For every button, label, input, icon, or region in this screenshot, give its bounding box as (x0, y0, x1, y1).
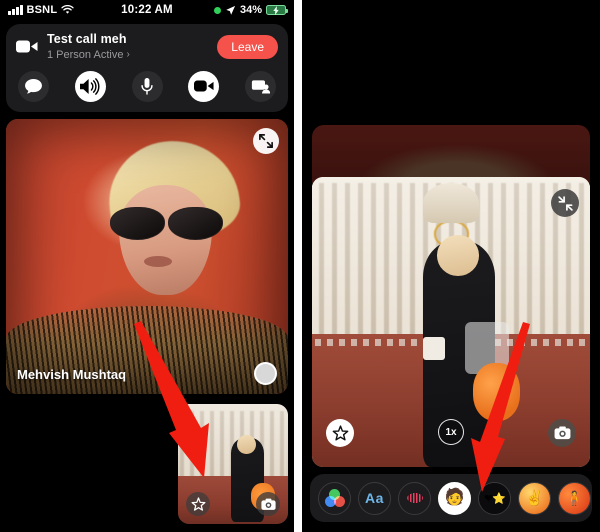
call-header-top-row: Test call meh 1 Person Active › Leave (16, 32, 278, 62)
right-top-black-area (302, 0, 600, 125)
camera-flip-icon (260, 498, 276, 510)
star-effects-icon (191, 496, 205, 511)
battery-charging-icon (266, 5, 288, 15)
call-header-card: Test call meh 1 Person Active › Leave (6, 24, 288, 112)
filters-effect-button[interactable] (318, 481, 351, 515)
stickers-icon: ❤⭐ (479, 482, 510, 514)
rgb-circles-icon (324, 489, 345, 507)
call-subtitle-row[interactable]: 1 Person Active › (47, 48, 208, 62)
memoji-effect-button[interactable]: 🧑 (438, 481, 471, 515)
main-video-tile[interactable]: Mehvish Mushtaq (6, 118, 288, 394)
shrink-arrows-icon (557, 195, 573, 211)
star-effects-icon (332, 424, 348, 441)
call-header-text: Test call meh 1 Person Active › (47, 32, 208, 62)
screenshot-root: BSNL 10:22 AM 34% Test call meh 1 Person… (0, 0, 600, 532)
text-effect-button[interactable]: Aa (358, 481, 391, 515)
right-video-crest (423, 182, 479, 224)
right-phone-panel: 1x Aa 🧑 ❤⭐ ✌ 🧍 (302, 0, 600, 532)
signal-bars-icon (8, 5, 23, 15)
speaker-icon (80, 78, 100, 95)
microphone-icon (141, 77, 153, 95)
microphone-button[interactable] (131, 70, 163, 102)
chat-button[interactable] (18, 70, 49, 102)
stickers-effect-button[interactable]: ❤⭐ (478, 481, 511, 515)
video-camera-icon (193, 80, 214, 92)
shapes-effect-button[interactable] (398, 481, 431, 515)
effects-tray: Aa 🧑 ❤⭐ ✌ 🧍 (310, 474, 592, 522)
left-phone-panel: BSNL 10:22 AM 34% Test call meh 1 Person… (0, 0, 294, 532)
text-aa-icon: Aa (365, 490, 384, 506)
status-bar: BSNL 10:22 AM 34% (0, 0, 294, 20)
self-view-pip[interactable] (178, 404, 288, 524)
video-camera-icon (16, 40, 38, 53)
right-video-person-head (437, 235, 479, 276)
right-remote-video-strip (312, 125, 590, 183)
call-subtitle: 1 Person Active (47, 48, 124, 61)
right-flip-camera-button[interactable] (548, 419, 576, 447)
right-effects-button[interactable] (326, 419, 354, 447)
expand-arrows-icon (259, 133, 273, 148)
chevron-right-icon: › (126, 49, 130, 61)
participant-name-label: Mehvish Mushtaq (17, 366, 127, 382)
call-title: Test call meh (47, 32, 127, 46)
battery-percent-label: 34% (239, 4, 262, 16)
panel-separator (294, 0, 302, 532)
hand-peace-icon: ✌ (519, 482, 550, 514)
camera-flip-icon (554, 426, 570, 440)
speaker-button[interactable] (74, 70, 106, 102)
status-bar-right: 34% (213, 4, 288, 16)
green-recording-dot-icon (213, 6, 221, 14)
more-effects-button[interactable]: 🧍 (558, 481, 591, 515)
emoji-effect-button[interactable]: ✌ (518, 481, 551, 515)
main-video-vignette (6, 119, 288, 394)
status-bar-left: BSNL (8, 4, 74, 16)
leave-button[interactable]: Leave (217, 34, 278, 59)
memoji-face-icon: 🧑 (444, 489, 465, 506)
pip-effects-button[interactable] (186, 492, 210, 516)
shrink-video-button[interactable] (551, 189, 579, 217)
call-controls-row (16, 70, 278, 102)
location-arrow-icon (226, 5, 236, 15)
expand-video-button[interactable] (253, 127, 279, 154)
share-screen-icon (251, 80, 270, 94)
camera-button[interactable] (188, 70, 220, 102)
right-self-video-tile[interactable]: 1x (312, 177, 590, 467)
pip-flip-camera-button[interactable] (256, 492, 280, 516)
share-screen-button[interactable] (245, 70, 276, 102)
more-effects-icon: 🧍 (559, 482, 590, 514)
chat-bubble-icon (25, 78, 42, 94)
carrier-label: BSNL (26, 4, 58, 16)
right-video-sleeve (423, 336, 446, 360)
mute-dot-icon[interactable] (254, 361, 277, 385)
wifi-icon (61, 5, 74, 14)
squiggle-shapes-icon (403, 491, 426, 505)
right-video-orange-bag (473, 362, 521, 421)
zoom-level-button[interactable]: 1x (438, 419, 464, 445)
